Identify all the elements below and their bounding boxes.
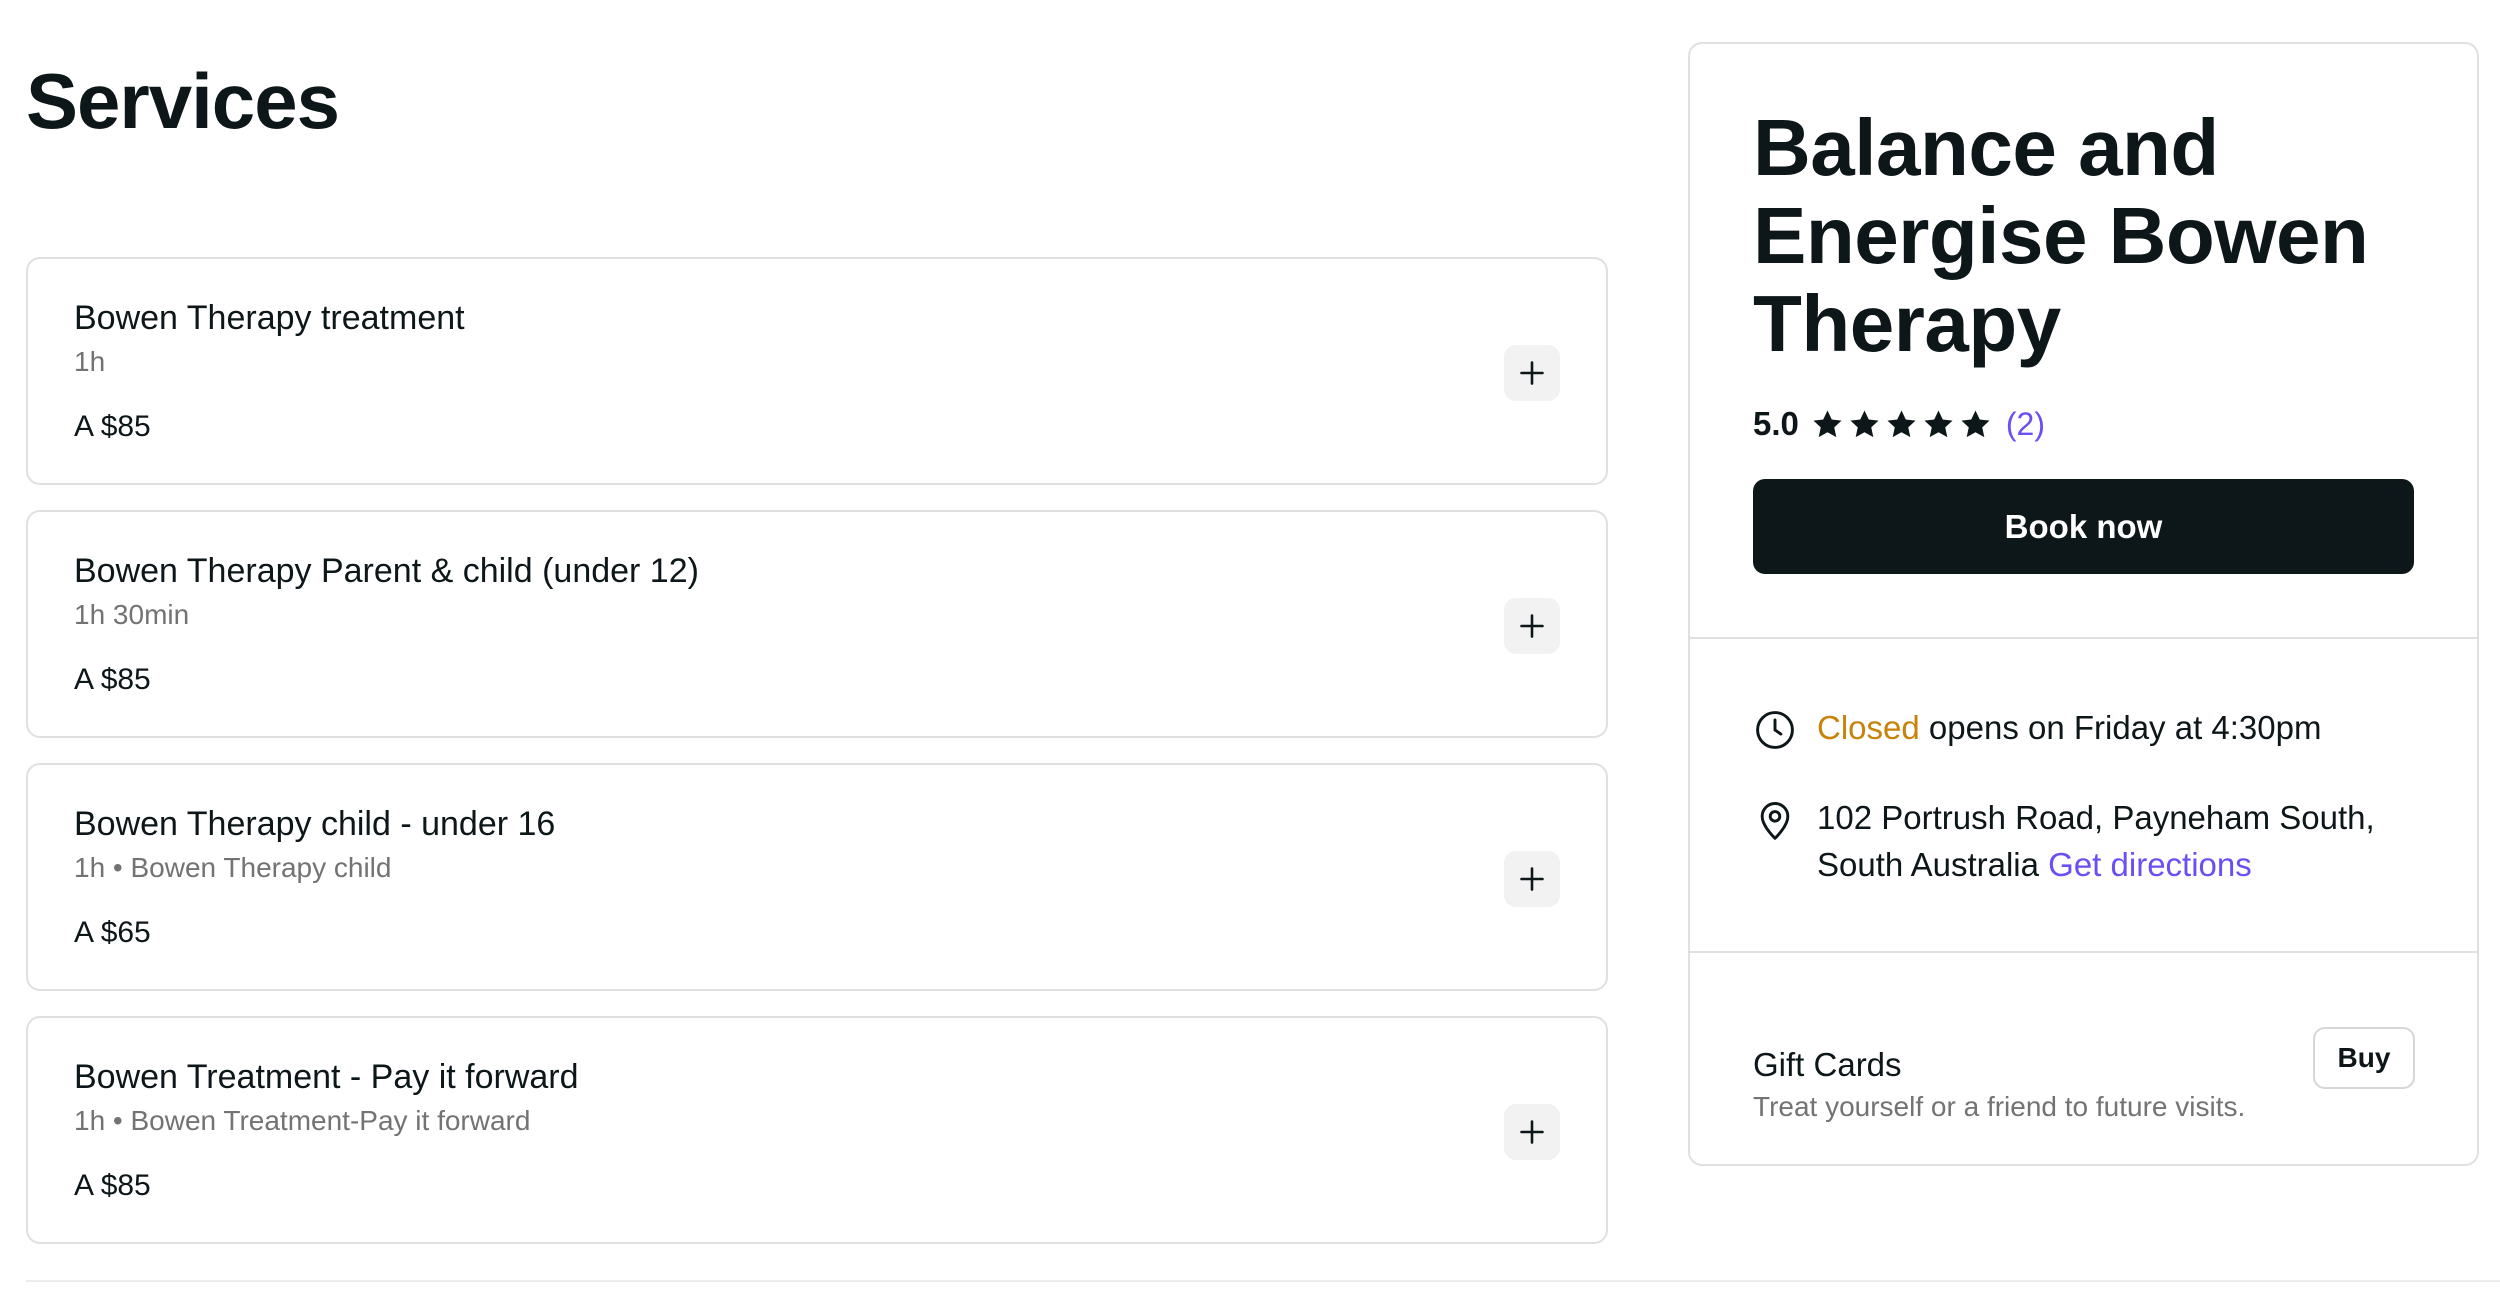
star-icon [1924,409,1953,437]
review-count-link[interactable]: (2) [2006,406,2045,443]
plus-icon [1520,867,1544,891]
service-duration: 1h 30min [74,599,190,630]
star-icon [1850,409,1879,437]
venue-info-panel: Balance and Energise Bowen Therapy 5.0 (… [1688,42,2479,1166]
gift-cards-subtitle: Treat yourself or a friend to future vis… [1753,1091,2246,1122]
service-price: A $85 [74,1169,151,1202]
hours-text: Closed opens on Friday at 4:30pm [1817,704,2321,752]
add-service-button[interactable] [1504,851,1560,907]
page: Services Bowen Therapy treatment 1h A $8… [0,0,2500,1289]
address-text: 102 Portrush Road, Payneham South, South… [1817,794,2417,888]
plus-icon [1520,361,1544,385]
opening-time: opens on Friday at 4:30pm [1919,709,2322,746]
divider [1690,951,2477,953]
service-card[interactable]: Bowen Therapy Parent & child (under 12) … [26,510,1608,738]
gift-cards-title: Gift Cards [1753,1046,1902,1083]
service-name: Bowen Therapy treatment [74,299,465,337]
rating-value: 5.0 [1753,405,1799,442]
star-icon [1961,409,1990,437]
service-price: A $65 [74,916,151,949]
status-closed: Closed [1817,709,1920,746]
service-list: Bowen Therapy treatment 1h A $85 Bowen T… [26,257,1608,1269]
section-divider [26,1280,2500,1282]
clock-icon [1756,711,1794,749]
add-service-button[interactable] [1504,598,1560,654]
book-now-button[interactable]: Book now [1753,479,2414,574]
get-directions-link[interactable]: Get directions [2048,846,2252,883]
venue-name: Balance and Energise Bowen Therapy [1753,103,2369,368]
service-duration: 1h • Bowen Treatment-Pay it forward [74,1105,531,1136]
services-heading: Services [26,57,340,145]
service-name: Bowen Therapy child - under 16 [74,805,556,843]
opening-hours: Closed opens on Friday at 4:30pm [1753,704,2321,752]
service-price: A $85 [74,410,151,443]
service-card[interactable]: Bowen Therapy child - under 16 1h • Bowe… [26,763,1608,991]
service-card[interactable]: Bowen Therapy treatment 1h A $85 [26,257,1608,485]
plus-icon [1520,614,1544,638]
star-icon [1813,409,1842,437]
star-rating [1811,408,1992,441]
service-duration: 1h [74,346,106,377]
star-icon [1887,409,1916,437]
divider [1690,637,2477,639]
add-service-button[interactable] [1504,345,1560,401]
service-price: A $85 [74,663,151,696]
service-duration: 1h • Bowen Therapy child [74,852,392,883]
add-service-button[interactable] [1504,1104,1560,1160]
plus-icon [1520,1120,1544,1144]
service-card[interactable]: Bowen Treatment - Pay it forward 1h • Bo… [26,1016,1608,1244]
buy-gift-card-button[interactable]: Buy [2313,1027,2415,1089]
location-pin-icon [1760,802,1790,840]
address: 102 Portrush Road, Payneham South, South… [1753,794,2417,888]
rating-row: 5.0 (2) [1753,402,2045,446]
service-name: Bowen Treatment - Pay it forward [74,1058,579,1096]
service-name: Bowen Therapy Parent & child (under 12) [74,552,699,590]
